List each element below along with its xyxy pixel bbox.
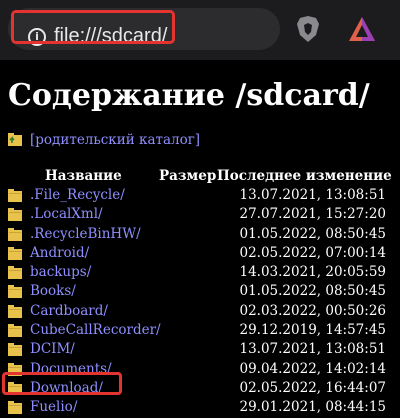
modified-date: 09.04.2022, 14:02:14 xyxy=(239,360,386,377)
brave-rewards-triangle-icon[interactable] xyxy=(348,16,376,42)
folder-link[interactable]: .RecycleBinHW/ xyxy=(30,225,141,243)
list-item[interactable]: Fuelio/29.01.2021, 08:44:15 xyxy=(0,398,400,417)
page-title: Содержание /sdcard/ xyxy=(8,78,370,113)
folder-icon xyxy=(8,343,22,357)
list-item[interactable]: DCIM/13.07.2021, 13:08:51 xyxy=(0,340,400,359)
browser-toolbar: i file:///sdcard/ xyxy=(0,0,400,60)
modified-date: 27.07.2021, 15:27:20 xyxy=(239,206,386,223)
folder-link[interactable]: backups/ xyxy=(30,263,91,281)
modified-date: 29.12.2019, 14:57:45 xyxy=(239,322,386,339)
list-item[interactable]: Books/01.05.2022, 08:50:45 xyxy=(0,282,400,301)
modified-date: 13.07.2021, 13:08:51 xyxy=(239,187,386,203)
modified-date: 02.03.2022, 00:50:26 xyxy=(239,302,386,319)
modified-date: 13.07.2021, 13:08:51 xyxy=(239,341,386,358)
list-item[interactable]: CubeCallRecorder/29.12.2019, 14:57:45 xyxy=(0,321,400,340)
folder-link[interactable]: Books/ xyxy=(30,282,76,300)
modified-date: 02.05.2022, 07:00:14 xyxy=(239,244,386,261)
folder-link[interactable]: .LocalXml/ xyxy=(30,205,103,223)
parent-directory-link[interactable]: [родительский каталог] xyxy=(30,131,200,149)
list-item[interactable]: .RecycleBinHW/01.05.2022, 08:50:45 xyxy=(0,225,400,244)
list-item[interactable]: .LocalXml/27.07.2021, 15:27:20 xyxy=(0,205,400,224)
folder-link[interactable]: Cardboard/ xyxy=(30,302,108,320)
column-header-modified[interactable]: Последнее изменение xyxy=(217,167,392,185)
column-header-size[interactable]: Размер xyxy=(159,167,216,185)
brave-shield-icon[interactable] xyxy=(296,15,320,43)
folder-icon xyxy=(8,246,22,260)
folder-link[interactable]: Fuelio/ xyxy=(30,398,77,416)
folder-icon xyxy=(8,401,22,415)
list-item[interactable]: Cardboard/02.03.2022, 00:50:26 xyxy=(0,302,400,321)
modified-date: 01.05.2022, 08:50:45 xyxy=(239,283,386,300)
list-item[interactable]: Android/02.05.2022, 07:00:14 xyxy=(0,244,400,263)
column-header-name[interactable]: Название xyxy=(45,167,122,185)
modified-date: 01.05.2022, 08:50:45 xyxy=(239,225,386,242)
folder-icon xyxy=(8,285,22,299)
modified-date: 02.05.2022, 16:44:07 xyxy=(239,379,386,396)
folder-icon xyxy=(8,324,22,338)
modified-date: 14.03.2021, 20:05:59 xyxy=(239,264,386,281)
modified-date: 29.01.2021, 08:44:15 xyxy=(239,399,386,416)
download-highlight-box xyxy=(2,372,122,395)
list-item[interactable]: backups/14.03.2021, 20:05:59 xyxy=(0,263,400,282)
folder-icon xyxy=(8,227,22,241)
url-highlight-box xyxy=(11,10,175,44)
folder-icon xyxy=(8,266,22,280)
folder-icon xyxy=(8,208,22,222)
folder-link[interactable]: DCIM/ xyxy=(30,340,75,358)
list-item[interactable]: .File_Recycle/13.07.2021, 13:08:51 xyxy=(0,186,400,205)
folder-link[interactable]: CubeCallRecorder/ xyxy=(30,321,161,339)
folder-link[interactable]: Android/ xyxy=(30,244,89,262)
folder-icon xyxy=(8,304,22,318)
folder-link[interactable]: .File_Recycle/ xyxy=(30,186,125,204)
folder-icon xyxy=(8,189,22,202)
parent-folder-icon xyxy=(8,133,22,146)
